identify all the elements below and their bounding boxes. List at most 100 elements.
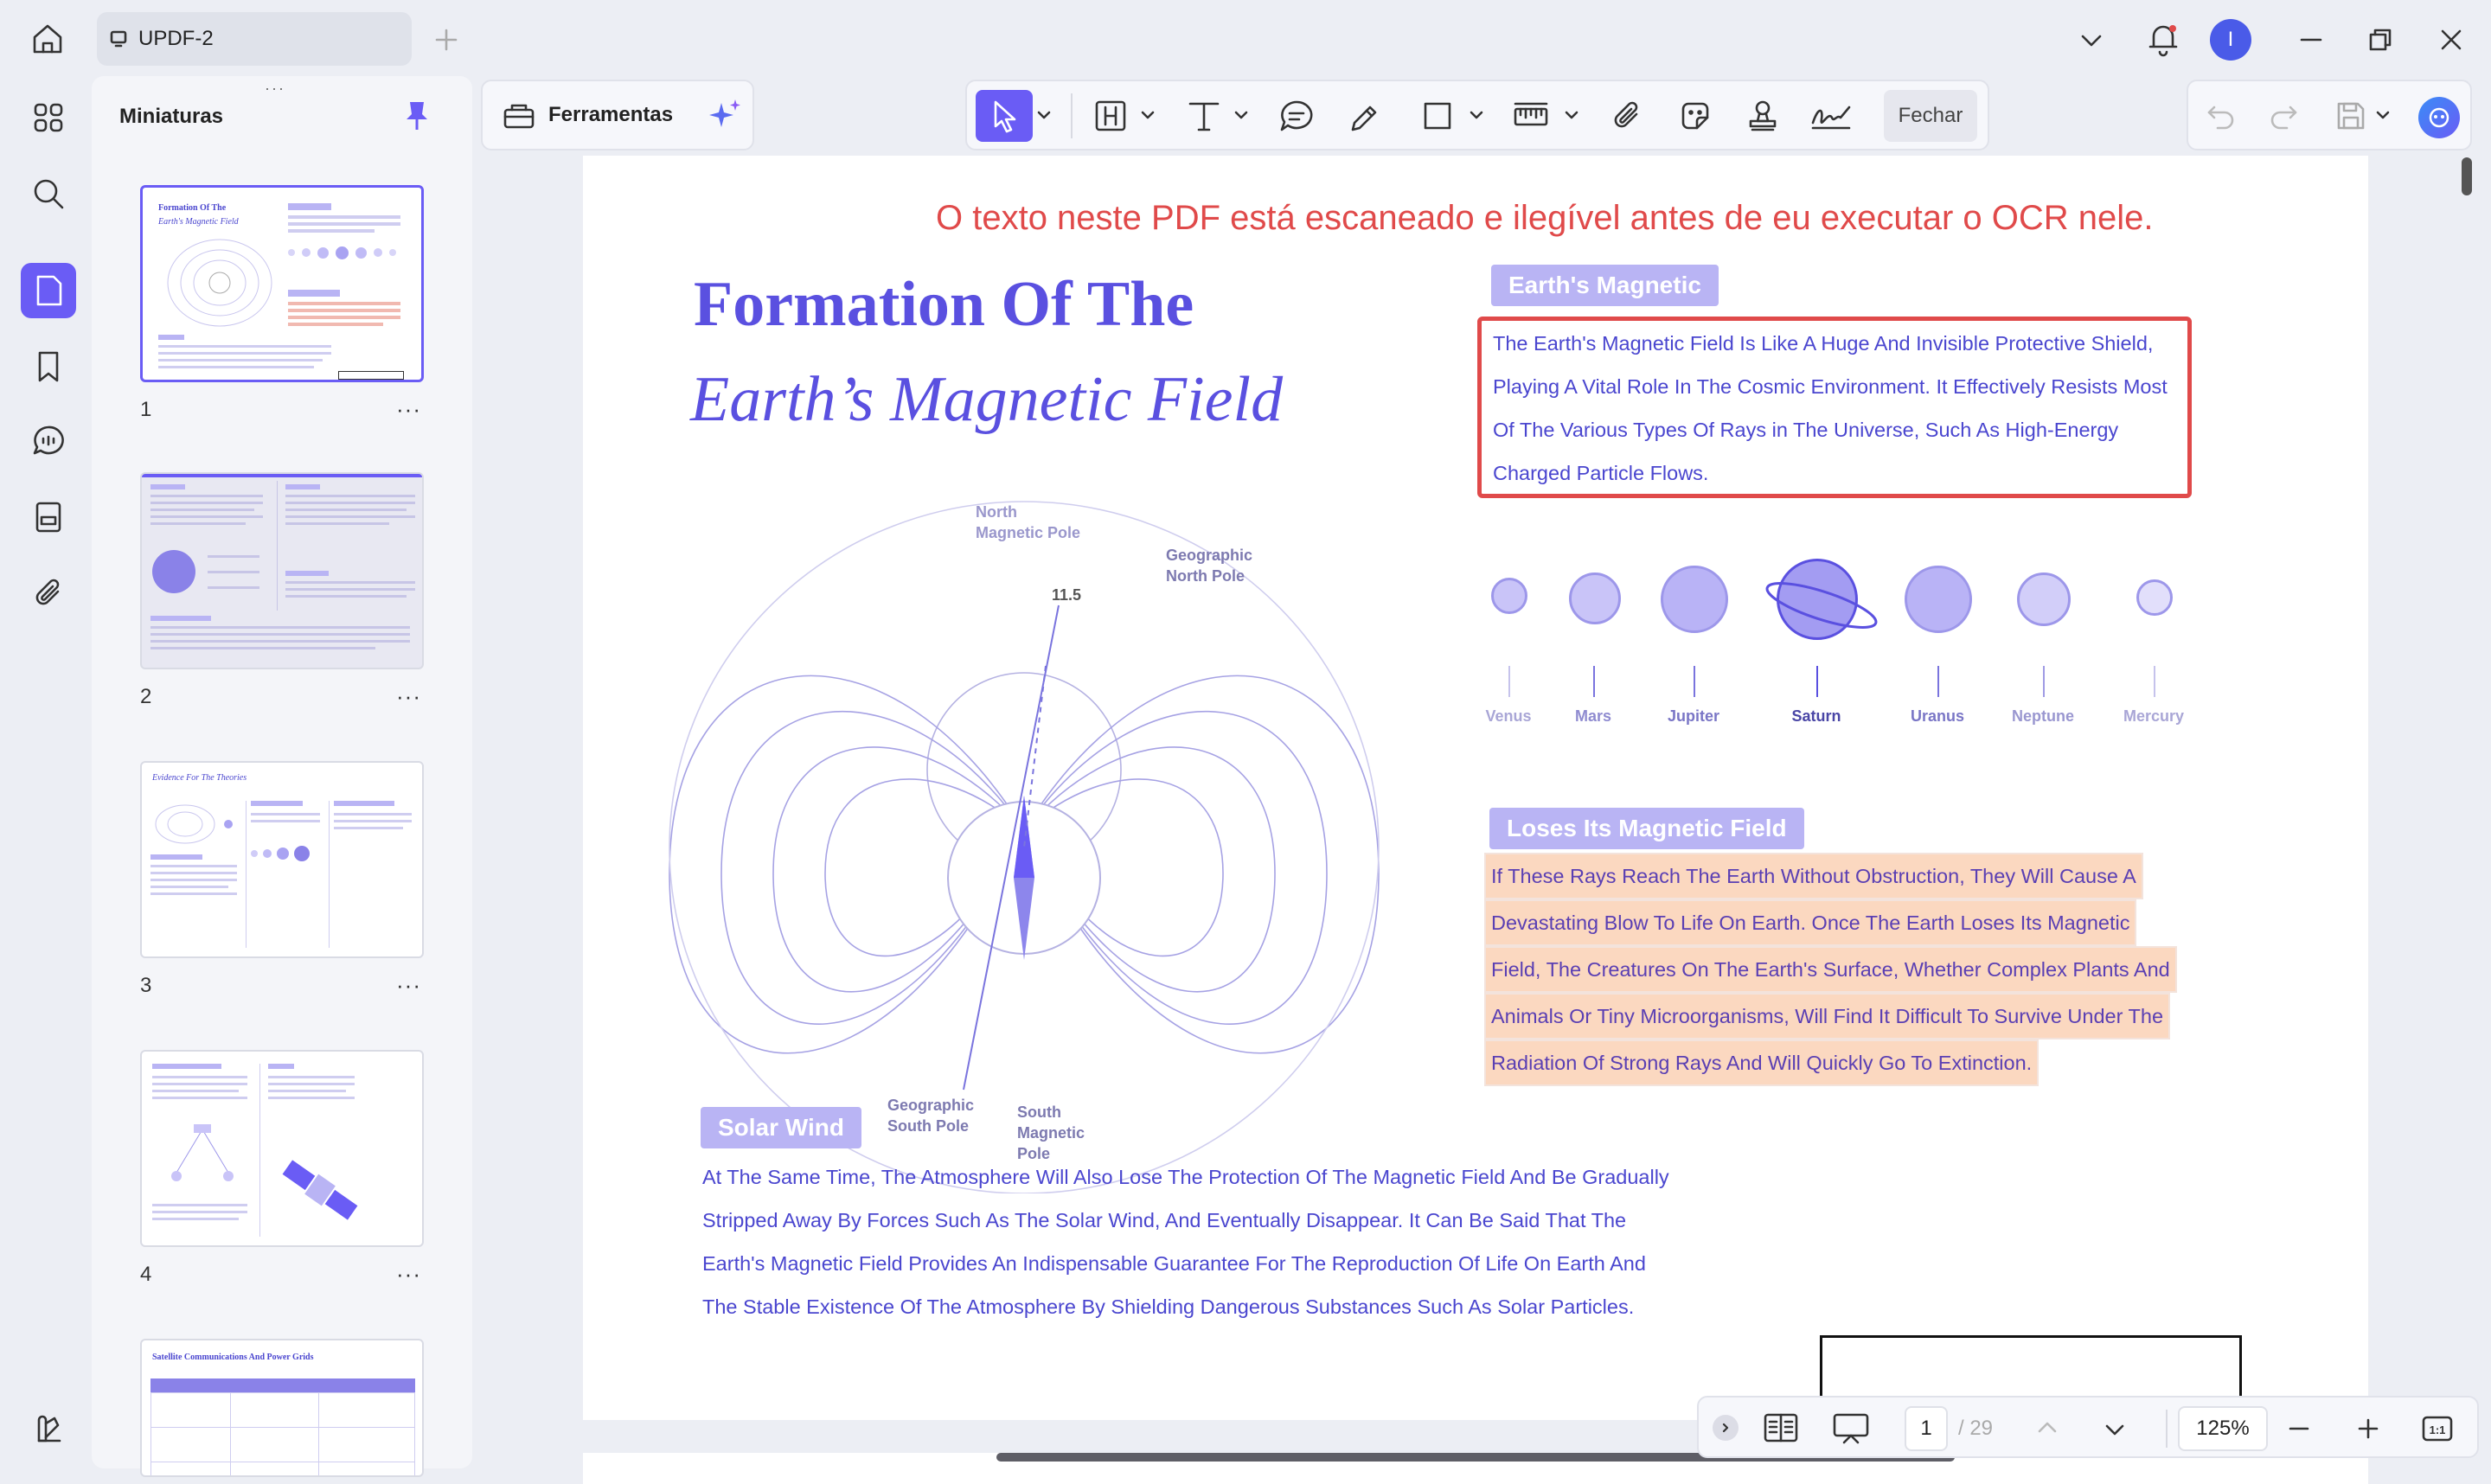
pin-icon[interactable] — [403, 99, 431, 133]
svg-text:Magnetic: Magnetic — [1017, 1124, 1085, 1142]
page-number-input[interactable]: 1 — [1905, 1406, 1948, 1451]
measure-tool-icon[interactable] — [1512, 99, 1550, 133]
geo-north-label: Geographic — [1166, 547, 1252, 564]
highlight-tool-icon[interactable] — [1093, 99, 1128, 133]
chevron-down-icon[interactable] — [1564, 107, 1579, 123]
zoom-in-icon[interactable] — [2354, 1415, 2382, 1442]
svg-text:North Pole: North Pole — [1166, 567, 1245, 585]
comment-icon[interactable] — [21, 413, 76, 469]
thumbnail-more-icon[interactable]: ··· — [396, 972, 421, 999]
thumbnail-page-4[interactable] — [140, 1050, 424, 1247]
chevron-down-icon[interactable] — [1469, 107, 1484, 123]
planet-label: Mars — [1574, 707, 1612, 725]
document-tab-title: UPDF-2 — [138, 27, 214, 50]
geo-south-label: Geographic — [887, 1097, 974, 1114]
text-tool-icon[interactable] — [1187, 99, 1221, 133]
select-tool-button[interactable] — [976, 90, 1033, 142]
annotation-toolbar: Fechar — [965, 80, 1989, 150]
planet-label: Mercury — [2123, 707, 2185, 725]
chevron-down-icon[interactable] — [2078, 26, 2105, 54]
ai-assistant-icon[interactable] — [2418, 97, 2460, 138]
chevron-down-icon[interactable] — [1036, 107, 1052, 123]
highlighted-line: If These Rays Reach The Earth Without Ob… — [1484, 853, 2143, 899]
minimize-icon[interactable] — [2297, 26, 2325, 54]
text-line: Of The Various Types Of Rays in The Univ… — [1493, 419, 2119, 441]
thumbnail-page-5[interactable]: Satellite Communications And Power Grids — [140, 1339, 424, 1477]
thumbnail-page-3[interactable]: Evidence For The Theories — [140, 761, 424, 958]
close-icon[interactable] — [2437, 26, 2465, 54]
theme-icon[interactable] — [21, 1401, 76, 1456]
panel-resize-handle[interactable]: ··· — [265, 80, 285, 98]
thumbnail-page-2[interactable] — [140, 472, 424, 669]
undo-icon[interactable] — [2206, 100, 2237, 131]
presentation-icon[interactable] — [1832, 1411, 1870, 1446]
history-toolbar — [2187, 80, 2472, 150]
planet-neptune — [2017, 572, 2071, 626]
new-tab-icon[interactable] — [432, 26, 460, 54]
thumbnail-more-icon[interactable]: ··· — [396, 396, 421, 423]
grid-icon[interactable] — [21, 90, 76, 145]
highlighted-text[interactable]: If These Rays Reach The Earth Without Ob… — [1483, 853, 2177, 1086]
page-layout-icon[interactable] — [1763, 1411, 1799, 1444]
close-tool-label: Fechar — [1898, 104, 1963, 127]
pdf-page[interactable]: O texto neste PDF está escaneado e ilegí… — [583, 156, 2368, 1439]
signature-tool-icon[interactable] — [1809, 99, 1853, 133]
section-header: Loses Its Magnetic Field — [1489, 808, 1804, 849]
avatar[interactable]: I — [2210, 19, 2251, 61]
angle-label: 11.5 — [1052, 586, 1081, 604]
document-tab[interactable]: UPDF-2 — [97, 12, 412, 66]
redo-icon[interactable] — [2268, 100, 2299, 131]
saturn-ring — [1765, 582, 1878, 629]
sticker-tool-icon[interactable] — [1678, 99, 1713, 133]
thumbnail-more-icon[interactable]: ··· — [396, 683, 421, 710]
thumbnail-panel: ··· Miniaturas Formation Of The Earth's … — [92, 76, 472, 1477]
title-bar: UPDF-2 I — [0, 0, 2491, 76]
next-page-icon[interactable] — [2102, 1417, 2128, 1442]
vertical-scrollbar[interactable] — [2462, 157, 2472, 195]
chevron-down-icon[interactable] — [1233, 107, 1249, 123]
thumbnail-page-1[interactable]: Formation Of The Earth's Magnetic Field — [140, 185, 424, 382]
previous-page-icon[interactable] — [2034, 1415, 2060, 1441]
planet-label: Jupiter — [1667, 707, 1719, 725]
collapse-bar-icon[interactable] — [1713, 1415, 1739, 1441]
actual-size-icon[interactable]: 1:1 — [2420, 1411, 2455, 1446]
chevron-down-icon[interactable] — [2375, 107, 2391, 123]
left-rail — [9, 76, 88, 1468]
thumb-title: Evidence For The Theories — [152, 773, 247, 783]
restore-icon[interactable] — [2366, 26, 2394, 54]
planet-uranus — [1905, 566, 1972, 633]
page-title: Formation Of The — [694, 269, 1194, 340]
section-header: Earth's Magnetic — [1491, 265, 1719, 306]
search-icon[interactable] — [21, 166, 76, 221]
close-tool-button[interactable]: Fechar — [1884, 90, 1977, 142]
thumbnails-icon[interactable] — [21, 263, 76, 318]
highlighted-line: Devastating Blow To Life On Earth. Once … — [1483, 899, 2137, 946]
ocr-note: O texto neste PDF está escaneado e ilegí… — [936, 199, 2154, 237]
bookmark-icon[interactable] — [21, 339, 76, 394]
highlighted-line: Radiation Of Strong Rays And Will Quickl… — [1483, 1039, 2040, 1086]
stamp-tool-icon[interactable] — [1745, 99, 1780, 133]
thumb-title: Satellite Communications And Power Grids — [152, 1353, 314, 1362]
rectangle-tool-icon[interactable] — [1420, 99, 1455, 133]
pencil-tool-icon[interactable] — [1348, 99, 1382, 133]
thumb-diagram — [171, 1124, 234, 1181]
text-line: The Earth's Magnetic Field Is Like A Hug… — [1493, 332, 2154, 355]
attach-tool-icon[interactable] — [1611, 99, 1645, 133]
zoom-input[interactable]: 125% — [2178, 1406, 2268, 1451]
chevron-down-icon[interactable] — [1140, 107, 1156, 123]
bell-icon[interactable] — [2147, 21, 2180, 57]
thumbnail-more-icon[interactable]: ··· — [396, 1261, 421, 1288]
ai-sparkle-icon[interactable] — [706, 96, 744, 134]
section3-text: At The Same Time, The Atmosphere Will Al… — [702, 1155, 1669, 1328]
north-magnetic-label: North — [976, 503, 1017, 521]
save-icon[interactable] — [2334, 99, 2368, 133]
thumb-diagram — [167, 239, 272, 327]
comment-tool-icon[interactable] — [1278, 99, 1315, 133]
zoom-out-icon[interactable] — [2285, 1415, 2313, 1442]
tools-panel-button[interactable]: Ferramentas — [481, 80, 754, 150]
attachment-icon[interactable] — [21, 566, 76, 621]
home-icon[interactable] — [29, 21, 66, 57]
section1-text: The Earth's Magnetic Field Is Like A Hug… — [1493, 322, 2168, 495]
form-icon[interactable] — [21, 489, 76, 545]
avatar-letter: I — [2227, 28, 2234, 51]
